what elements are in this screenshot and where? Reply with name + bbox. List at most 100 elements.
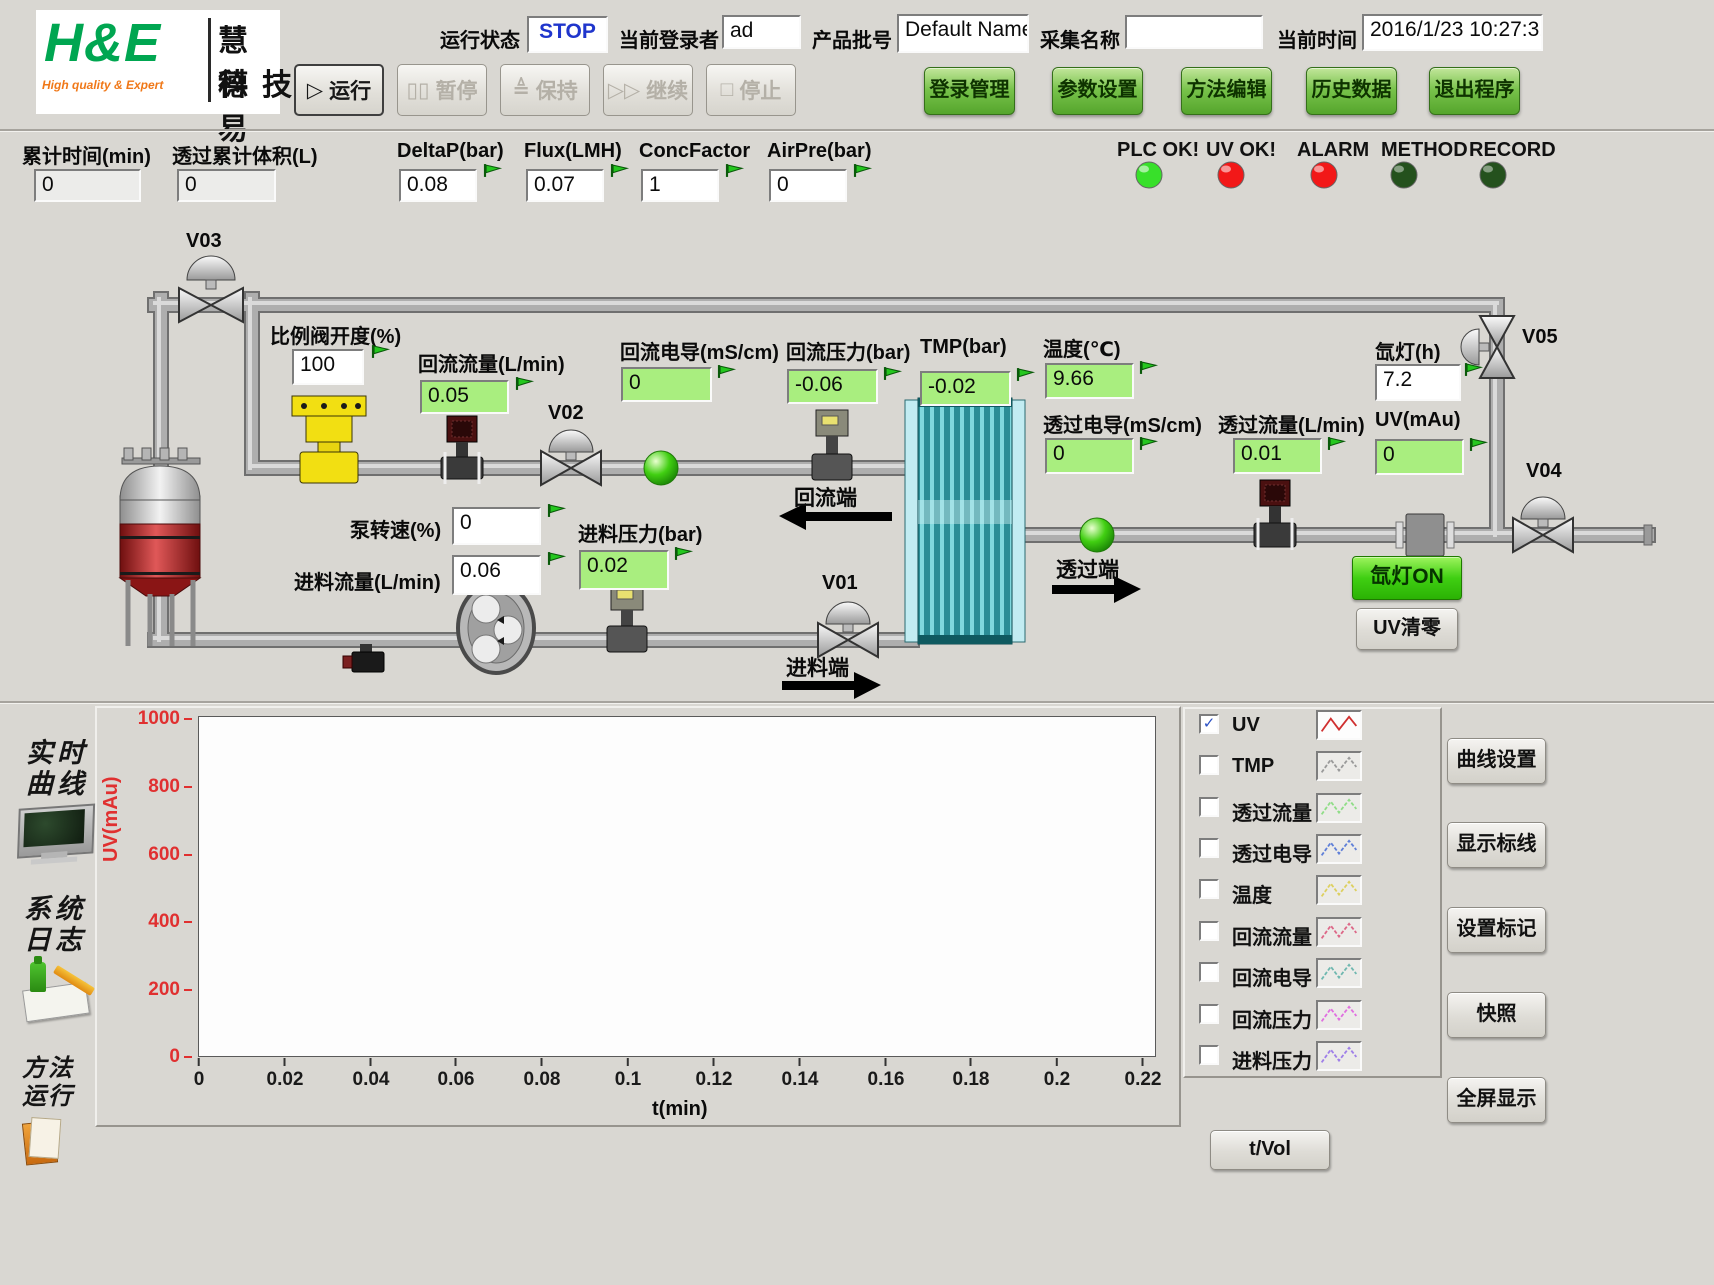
legend-label-perm-flow: 透过流量 — [1232, 797, 1312, 826]
legend-line-sample[interactable] — [1316, 875, 1362, 905]
y-tick: 800 — [122, 776, 192, 798]
reflux-pressure-label: 回流压力(bar) — [786, 336, 910, 365]
legend-line-sample[interactable] — [1316, 834, 1362, 864]
sidebar-item-method-run[interactable]: 方法运行 — [14, 1054, 106, 1184]
x-tick: 0.04 — [353, 1058, 390, 1091]
legend-checkbox-tmp[interactable] — [1199, 755, 1219, 775]
feed-port-label: 进料端 — [786, 652, 849, 682]
run-button[interactable]: ▷ 运行 — [294, 64, 384, 116]
concfactor-value[interactable]: 1 — [641, 169, 719, 202]
total-time-value: 0 — [34, 169, 141, 202]
setpoint-flag-icon — [1015, 367, 1036, 382]
current-time-label: 当前时间 — [1277, 24, 1357, 53]
acquisition-name-field[interactable] — [1125, 15, 1263, 49]
valve-v01[interactable] — [818, 602, 878, 657]
xenon-hours-value: 7.2 — [1375, 364, 1461, 401]
sidebar-item-system-log[interactable]: 系统日志 — [14, 894, 106, 1034]
prop-valve-value[interactable]: 100 — [292, 349, 364, 385]
legend-line-sample[interactable] — [1316, 793, 1362, 823]
plot-area[interactable] — [198, 716, 1156, 1057]
history-data-button[interactable]: 历史数据 — [1306, 67, 1397, 115]
play-icon: ▷ — [307, 78, 323, 103]
exit-program-button[interactable]: 退出程序 — [1429, 67, 1520, 115]
logo-divider — [208, 18, 211, 102]
reflux-pressure-sensor — [812, 410, 852, 480]
legend-checkbox-reflux-flow[interactable] — [1199, 921, 1219, 941]
fullscreen-button[interactable]: 全屏显示 — [1447, 1077, 1546, 1123]
uv-readout-label: UV(mAu) — [1375, 409, 1461, 432]
login-manage-button[interactable]: 登录管理 — [924, 67, 1015, 115]
pause-button[interactable]: ▯▯ 暂停 — [397, 64, 487, 116]
proportional-valve[interactable] — [292, 396, 366, 483]
current-user-field[interactable]: ad — [722, 15, 801, 49]
pump-speed-value[interactable]: 0 — [452, 507, 541, 545]
legend-line-sample[interactable] — [1316, 751, 1362, 781]
total-volume-label: 透过累计体积(L) — [172, 140, 318, 169]
plc-ok-label: PLC OK! — [1117, 139, 1199, 162]
sidebar-label: 系统 — [24, 894, 86, 925]
setpoint-flag-icon — [546, 503, 567, 518]
perm-cond-value: 0 — [1045, 438, 1134, 474]
y-tick: 600 — [122, 844, 192, 866]
legend-label-uv: UV — [1232, 714, 1260, 737]
x-axis: 0 0.02 0.04 0.06 0.08 0.1 0.12 0.14 0.16… — [199, 1058, 1145, 1098]
perm-flow-value: 0.01 — [1233, 438, 1322, 474]
hold-button[interactable]: ≜ 保持 — [500, 64, 590, 116]
sidebar-item-realtime-curve[interactable]: 实时曲线 — [14, 738, 106, 878]
chart-section-divider — [0, 701, 1714, 704]
legend-line-sample[interactable] — [1316, 710, 1362, 740]
uv-readout-value: 0 — [1375, 439, 1464, 475]
reflux-flow-label: 回流流量(L/min) — [418, 348, 565, 377]
deltap-value[interactable]: 0.08 — [399, 169, 477, 202]
legend-line-sample[interactable] — [1316, 1041, 1362, 1071]
logo-company-name-2: 科技 — [218, 60, 306, 104]
show-cursor-button[interactable]: 显示标线 — [1447, 822, 1546, 868]
parameter-settings-button[interactable]: 参数设置 — [1052, 67, 1143, 115]
legend-line-sample[interactable] — [1316, 917, 1362, 947]
airpre-value[interactable]: 0 — [769, 169, 847, 202]
pipe-end-cap — [1644, 525, 1652, 545]
snapshot-button[interactable]: 快照 — [1447, 992, 1546, 1038]
uv-zero-button[interactable]: UV清零 — [1356, 608, 1458, 650]
valve-v04[interactable] — [1513, 497, 1573, 552]
legend-checkbox-uv[interactable]: ✓ — [1199, 714, 1219, 734]
continue-button-label: 继续 — [646, 75, 688, 105]
feed-flow-value[interactable]: 0.06 — [452, 555, 541, 595]
x-axis-label: t(min) — [652, 1098, 708, 1121]
xenon-lamp-on-button[interactable]: 氙灯ON — [1352, 556, 1462, 600]
legend-checkbox-reflux-pres[interactable] — [1199, 1004, 1219, 1024]
curve-settings-button[interactable]: 曲线设置 — [1447, 738, 1546, 784]
legend-line-sample[interactable] — [1316, 958, 1362, 988]
valve-v02[interactable] — [541, 430, 601, 485]
t-vol-toggle-button[interactable]: t/Vol — [1210, 1130, 1330, 1170]
feed-pump — [458, 583, 534, 673]
legend-checkbox-perm-flow[interactable] — [1199, 797, 1219, 817]
legend-line-sample[interactable] — [1316, 1000, 1362, 1030]
legend-checkbox-temp[interactable] — [1199, 879, 1219, 899]
run-state-label: 运行状态 — [440, 24, 520, 53]
legend-checkbox-feed-pres[interactable] — [1199, 1045, 1219, 1065]
valve-v02-label: V02 — [548, 402, 584, 425]
legend-checkbox-reflux-cond[interactable] — [1199, 962, 1219, 982]
hold-icon: ≜ — [512, 78, 530, 103]
x-tick: 0.18 — [953, 1058, 990, 1091]
batch-name-field[interactable]: Default Name — [897, 14, 1029, 53]
flux-value[interactable]: 0.07 — [526, 169, 604, 202]
legend-panel — [1183, 707, 1442, 1078]
stop-button[interactable]: □ 停止 — [706, 64, 796, 116]
setpoint-flag-icon — [482, 163, 503, 178]
valve-v03-label: V03 — [186, 230, 222, 253]
sidebar-label: 方法 — [22, 1053, 74, 1082]
setpoint-flag-icon — [609, 163, 630, 178]
x-tick: 0.08 — [524, 1058, 561, 1091]
method-edit-button[interactable]: 方法编辑 — [1181, 67, 1272, 115]
reflux-pressure-value: -0.06 — [787, 369, 878, 404]
legend-checkbox-perm-cond[interactable] — [1199, 838, 1219, 858]
logo-tagline: High quality & Expert — [42, 78, 163, 92]
set-marker-button[interactable]: 设置标记 — [1447, 907, 1546, 953]
permeate-port-label: 透过端 — [1056, 554, 1119, 584]
xenon-hours-label: 氙灯(h) — [1375, 336, 1441, 365]
continue-button[interactable]: ▷▷ 继续 — [603, 64, 693, 116]
setpoint-flag-icon — [852, 163, 873, 178]
permeate-status-ball — [1080, 518, 1114, 552]
